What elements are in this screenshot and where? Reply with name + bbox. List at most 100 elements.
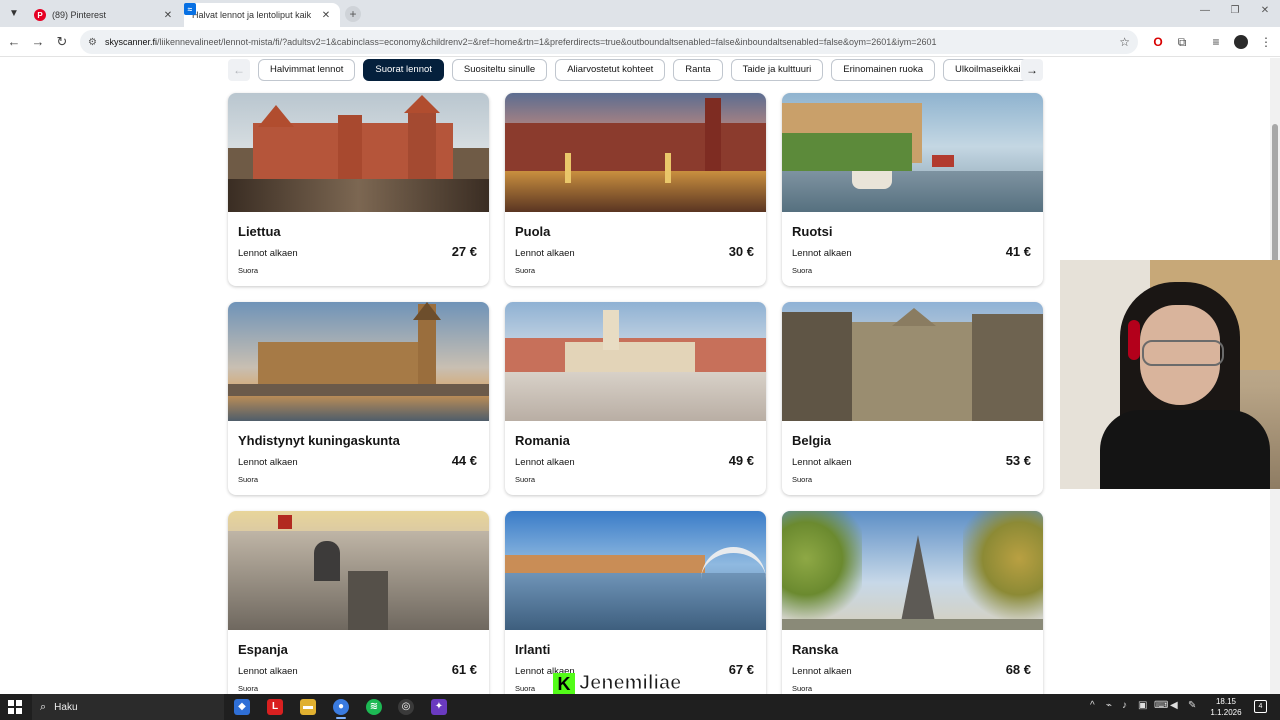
flights-from-label: Lennot alkaen — [238, 248, 298, 259]
scroll-left-arrow-icon[interactable]: ← — [228, 59, 250, 81]
file-explorer-icon[interactable]: ▬ — [300, 699, 316, 715]
site-info-icon[interactable]: ⚙ — [88, 37, 97, 48]
skyscanner-icon: ≈ — [184, 3, 196, 15]
flights-from-label: Lennot alkaen — [792, 248, 852, 259]
webcam-overlay — [1060, 260, 1280, 489]
minimize-icon[interactable]: — — [1190, 5, 1220, 16]
tab-search-chevron-icon[interactable]: ▼ — [4, 4, 24, 22]
destination-image-london-big-ben — [228, 302, 489, 421]
destination-image-warsaw-old-town — [505, 93, 766, 212]
destination-name: Yhdistynyt kuningaskunta — [238, 433, 400, 448]
tray-pen-icon[interactable]: ✎ — [1188, 700, 1196, 711]
destination-name: Espanja — [238, 642, 288, 657]
forward-icon[interactable]: → — [30, 34, 46, 50]
direct-label: Suora — [792, 684, 813, 693]
browser-menu-icon[interactable]: ⋮ — [1258, 34, 1274, 50]
destination-card[interactable]: Puola Lennot alkaen 30 € Suora — [505, 93, 766, 286]
new-tab-icon[interactable]: + — [345, 6, 361, 22]
chip-art-culture[interactable]: Taide ja kulttuuri — [730, 59, 824, 81]
destination-card[interactable]: Espanja Lennot alkaen 61 € Suora — [228, 511, 489, 694]
direct-label: Suora — [515, 475, 536, 484]
app-icon-store[interactable]: ◆ — [234, 699, 250, 715]
destination-price: 68 € — [1005, 662, 1031, 677]
tray-volume-icon[interactable]: ◀ — [1170, 700, 1178, 711]
taskbar-search[interactable]: ⌕ Haku — [32, 694, 224, 720]
extensions-puzzle-icon[interactable]: ⧉ — [1174, 34, 1190, 50]
media-controls-icon[interactable]: ≡ — [1208, 34, 1224, 50]
close-icon[interactable]: ✕ — [162, 10, 174, 21]
opera-extension-icon[interactable]: O — [1150, 34, 1166, 50]
spotify-icon[interactable]: ≋ — [366, 699, 382, 715]
category-filter-bar: ← Halvimmat lennot Suorat lennot Suosite… — [228, 59, 1043, 81]
close-icon[interactable]: ✕ — [320, 10, 332, 21]
tray-microphone-icon[interactable]: ♪ — [1122, 700, 1127, 711]
windows-start-icon[interactable] — [8, 700, 22, 714]
chrome-icon[interactable]: ● — [333, 699, 349, 719]
url-text[interactable]: skyscanner.fi/liikennevalineet/lennot-mi… — [105, 37, 1119, 47]
browser-toolbar: ← → ↻ ⚙ skyscanner.fi/liikennevalineet/l… — [0, 27, 1280, 57]
profile-avatar[interactable] — [1234, 35, 1248, 49]
tray-app-icon[interactable]: ▣ — [1138, 700, 1147, 711]
chip-underrated[interactable]: Aliarvostetut kohteet — [555, 59, 666, 81]
chip-beach[interactable]: Ranta — [673, 59, 723, 81]
direct-label: Suora — [238, 475, 259, 484]
destination-card[interactable]: Belgia Lennot alkaen 53 € Suora — [782, 302, 1043, 495]
flights-from-label: Lennot alkaen — [792, 666, 852, 677]
destination-image-brasov-square — [505, 302, 766, 421]
destination-price: 53 € — [1005, 453, 1031, 468]
stream-watermark: K Jenemiliae — [553, 672, 682, 695]
destination-card[interactable]: Ruotsi Lennot alkaen 41 € Suora — [782, 93, 1043, 286]
destination-name: Ruotsi — [792, 224, 833, 239]
chip-recommended[interactable]: Suositeltu sinulle — [451, 59, 548, 81]
restore-icon[interactable]: ❐ — [1220, 5, 1250, 16]
tab-title: Halvat lennot ja lentoliput kaik — [192, 10, 312, 20]
destination-price: 30 € — [728, 244, 754, 259]
destination-image-madrid-city — [228, 511, 489, 630]
direct-label: Suora — [792, 475, 813, 484]
destination-card[interactable]: Liettua Lennot alkaen 27 € Suora — [228, 93, 489, 286]
url-path: /liikennevalineet/lennot-mista/fi/?adult… — [157, 37, 937, 47]
back-icon[interactable]: ← — [6, 34, 22, 50]
chip-direct-flights[interactable]: Suorat lennot — [363, 59, 444, 81]
destination-image-stockholm-harbour — [782, 93, 1043, 212]
direct-label: Suora — [792, 266, 813, 275]
kick-logo-icon: K — [553, 672, 575, 695]
direct-label: Suora — [515, 684, 536, 693]
notification-center-icon[interactable]: 4 — [1254, 700, 1267, 713]
tab-pinterest[interactable]: P (89) Pinterest ✕ — [26, 3, 182, 27]
obs-icon[interactable]: ◎ — [398, 699, 414, 715]
destination-name: Belgia — [792, 433, 832, 448]
destination-card[interactable]: Irlanti Lennot alkaen 67 € Suora — [505, 511, 766, 694]
direct-label: Suora — [515, 266, 536, 275]
tray-keyboard-icon[interactable]: ⌨ — [1154, 700, 1168, 711]
destination-price: 27 € — [451, 244, 477, 259]
destination-image-brussels-grand-place — [782, 302, 1043, 421]
pinterest-icon: P — [34, 9, 46, 21]
direct-label: Suora — [238, 266, 259, 275]
chip-cheapest[interactable]: Halvimmat lennot — [258, 59, 356, 81]
app-icon-l[interactable]: L — [267, 699, 283, 715]
destination-price: 41 € — [1005, 244, 1031, 259]
destination-card[interactable]: Yhdistynyt kuningaskunta Lennot alkaen 4… — [228, 302, 489, 495]
chip-great-food[interactable]: Erinomainen ruoka — [831, 59, 936, 81]
tray-overflow-chevron-icon[interactable]: ^ — [1090, 700, 1095, 711]
bookmark-star-icon[interactable]: ☆ — [1119, 35, 1130, 49]
destination-name: Liettua — [238, 224, 281, 239]
address-bar[interactable]: ⚙ skyscanner.fi/liikennevalineet/lennot-… — [80, 30, 1138, 54]
destination-name: Romania — [515, 433, 570, 448]
reload-icon[interactable]: ↻ — [54, 34, 70, 50]
tray-network-off-icon[interactable]: ⌁ — [1106, 700, 1112, 711]
url-host: skyscanner.fi — [104, 37, 157, 47]
app-icon-game[interactable]: ✦ — [431, 699, 447, 715]
destination-card[interactable]: Romania Lennot alkaen 49 € Suora — [505, 302, 766, 495]
taskbar-clock[interactable]: 18.15 1.1.2026 — [1206, 696, 1246, 718]
flights-from-label: Lennot alkaen — [792, 457, 852, 468]
flights-from-label: Lennot alkaen — [238, 666, 298, 677]
direct-label: Suora — [238, 684, 259, 693]
destination-card[interactable]: Ranska Lennot alkaen 68 € Suora — [782, 511, 1043, 694]
destination-name: Ranska — [792, 642, 839, 657]
tab-skyscanner[interactable]: ≈ Halvat lennot ja lentoliput kaik ✕ — [184, 3, 340, 27]
search-icon: ⌕ — [40, 700, 47, 713]
scroll-right-arrow-icon[interactable]: → — [1021, 59, 1043, 81]
close-window-icon[interactable]: ✕ — [1250, 5, 1280, 16]
